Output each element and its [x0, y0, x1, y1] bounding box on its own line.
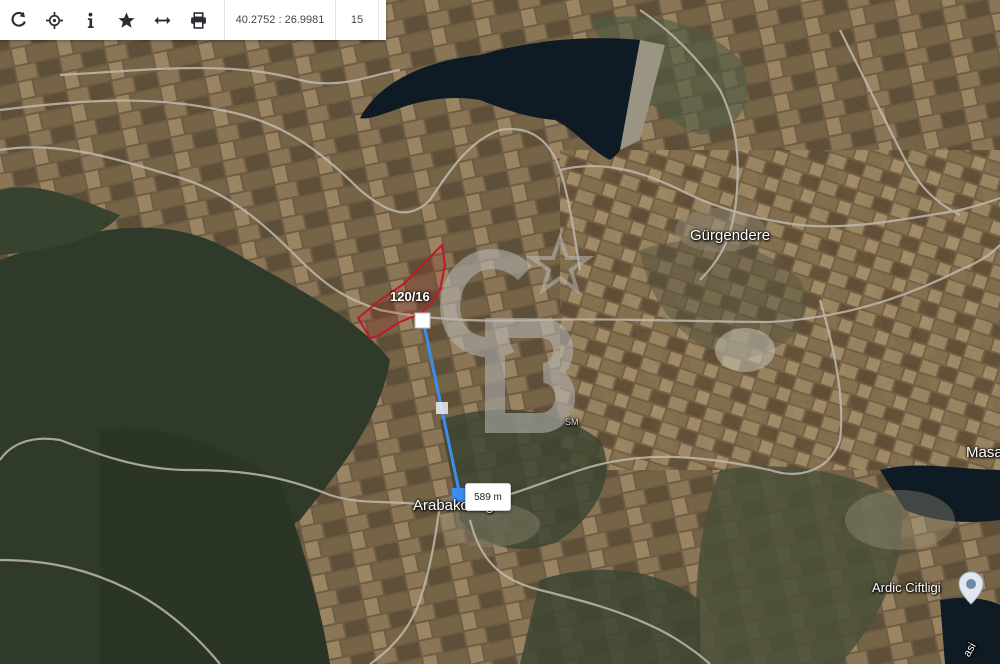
place-label-sm: SM	[565, 417, 579, 427]
refresh-icon[interactable]	[0, 0, 36, 40]
measure-icon[interactable]	[144, 0, 180, 40]
info-icon[interactable]	[72, 0, 108, 40]
distance-value: 589 m	[474, 491, 502, 503]
measure-mid-handle	[436, 402, 448, 414]
print-icon[interactable]	[180, 0, 216, 40]
distance-tooltip: 589 m	[465, 483, 511, 511]
place-label-ardic-ciftligi: Ardic Ciftligi	[872, 580, 941, 595]
place-label-gurgendere: Gürgendere	[690, 227, 771, 244]
coordinates-readout: 40.2752 : 26.9981	[224, 0, 336, 40]
star-icon[interactable]	[108, 0, 144, 40]
locate-icon[interactable]	[36, 0, 72, 40]
parcel-label: 120/16	[390, 289, 430, 304]
location-pin-icon[interactable]	[958, 571, 984, 605]
satellite-map[interactable]	[0, 0, 1000, 664]
map-toolbar: 40.2752 : 26.9981 15	[0, 0, 386, 40]
measure-start-handle	[414, 312, 431, 329]
place-label-masa: Masa	[966, 444, 1000, 461]
zoom-level: 15	[336, 0, 379, 40]
